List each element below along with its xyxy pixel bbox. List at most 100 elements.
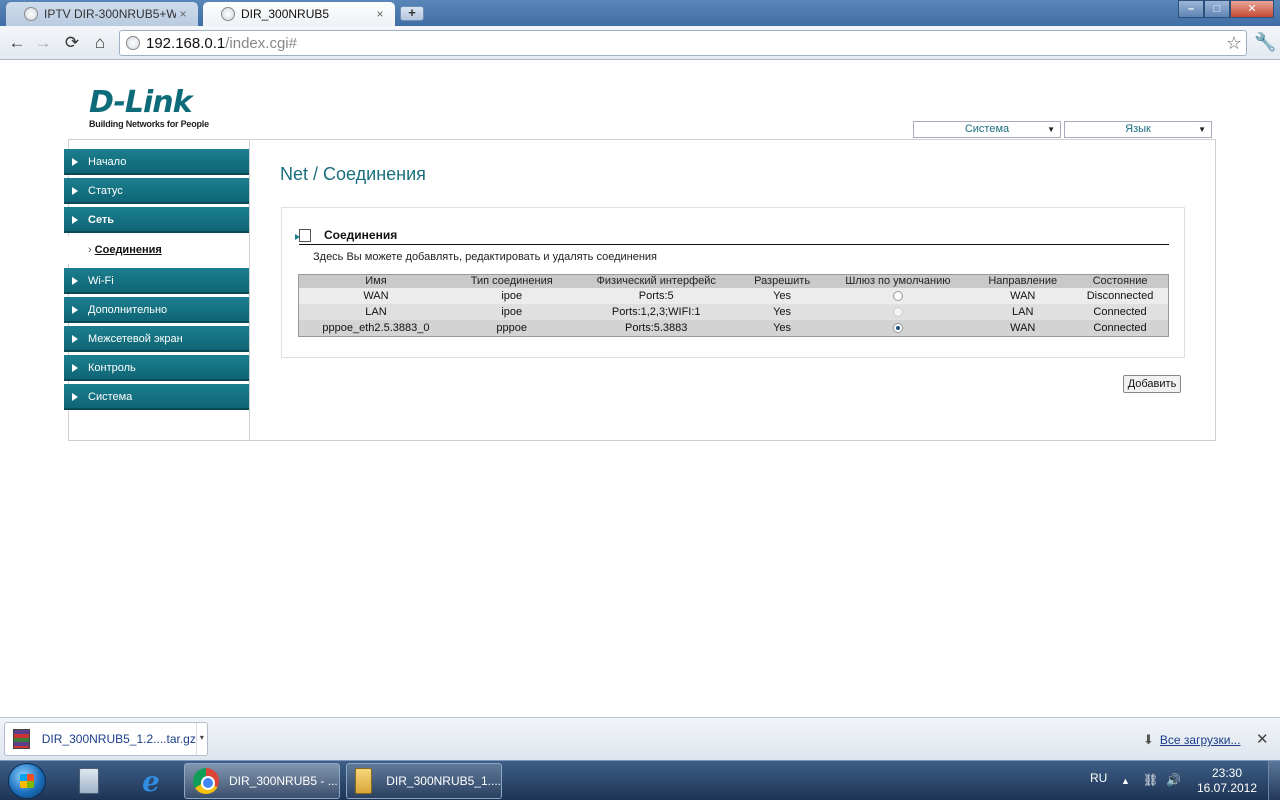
dlink-logo: D-Link Building Networks for People: [89, 88, 209, 130]
tab-title: IPTV DIR-300NRUB5+WIFI+: [44, 7, 176, 21]
cell-default-gateway: [822, 304, 974, 320]
reload-icon[interactable]: ⟳: [61, 32, 83, 54]
start-button[interactable]: [8, 763, 46, 799]
column-header-state: Состояние: [1072, 274, 1169, 288]
internet-explorer-pinned-app[interactable]: e: [126, 764, 176, 798]
browser-titlebar: IPTV DIR-300NRUB5+WIFI+ × DIR_300NRUB5 ×…: [0, 0, 1280, 26]
default-gateway-radio: [892, 307, 903, 318]
cell-state: Connected: [1072, 304, 1169, 320]
bookmark-star-icon[interactable]: ☆: [1226, 33, 1242, 54]
column-header-name: Имя: [298, 274, 453, 288]
wrench-menu-icon[interactable]: 🔧: [1254, 32, 1276, 53]
system-select[interactable]: Система ▼: [913, 121, 1061, 138]
chrome-icon: [193, 768, 219, 794]
tab-title: DIR_300NRUB5: [241, 7, 330, 21]
document-arrow-icon: [295, 228, 311, 242]
new-tab-button[interactable]: +: [400, 6, 424, 21]
close-window-button[interactable]: ✕: [1230, 0, 1274, 18]
taskbar-chrome-window[interactable]: DIR_300NRUB5 - ...: [184, 763, 340, 799]
chevron-down-icon: ▼: [1198, 125, 1206, 134]
input-language-indicator[interactable]: RU: [1090, 771, 1107, 785]
system-select-label: Система: [964, 123, 1010, 135]
section-description: Здесь Вы можете добавлять, редактировать…: [313, 251, 657, 263]
sidebar-item-label: Статус: [88, 185, 123, 197]
cell-enable: Yes: [741, 288, 823, 304]
cell-interface: Ports:1,2,3;WIFI:1: [570, 304, 742, 320]
all-downloads-label: Все загрузки...: [1159, 733, 1241, 747]
window-controls: – □ ✕: [1178, 0, 1274, 18]
internet-explorer-icon: e: [142, 764, 160, 798]
table-header-row: Имя Тип соединения Физический интерфейс …: [298, 274, 1169, 288]
folder-icon: [355, 768, 373, 794]
tab-close-icon[interactable]: ×: [373, 7, 387, 21]
taskbar-folder-window[interactable]: DIR_300NRUB5_1....: [346, 763, 502, 799]
sidebar-item-firewall[interactable]: Межсетевой экран: [64, 326, 249, 352]
address-bar[interactable]: 192.168.0.1/index.cgi# ☆: [119, 30, 1247, 56]
cell-enable: Yes: [741, 320, 823, 337]
volume-icon[interactable]: 🔊: [1166, 773, 1181, 787]
back-arrow-icon[interactable]: ←: [6, 32, 28, 54]
tray-expand-icon[interactable]: ▲: [1121, 776, 1130, 786]
sidebar-item-start[interactable]: Начало: [64, 149, 249, 175]
sidebar-item-label: Дополнительно: [88, 304, 168, 316]
archive-icon: [13, 729, 30, 749]
show-desktop-button[interactable]: [1268, 761, 1280, 800]
section-header: Соединения: [295, 226, 1169, 245]
home-icon[interactable]: ⌂: [89, 32, 111, 54]
add-connection-button[interactable]: Добавить: [1123, 375, 1181, 393]
all-downloads-link[interactable]: ⬇ Все загрузки...: [1143, 732, 1240, 748]
sidebar-item-status[interactable]: Статус: [64, 178, 249, 204]
cell-enable: Yes: [741, 304, 823, 320]
table-row[interactable]: LAN ipoe Ports:1,2,3;WIFI:1 Yes LAN Conn…: [298, 304, 1169, 320]
cell-type: ipoe: [452, 304, 571, 320]
table-row[interactable]: pppoe_eth2.5.3883_0 pppoe Ports:5.3883 Y…: [298, 320, 1169, 337]
minimize-button[interactable]: –: [1178, 0, 1204, 18]
cell-default-gateway: [822, 320, 974, 337]
sidebar-item-system[interactable]: Система: [64, 384, 249, 410]
default-gateway-radio[interactable]: [892, 291, 903, 302]
submenu-marker-icon: ›: [88, 244, 92, 256]
clock-date: 16.07.2012: [1196, 781, 1258, 795]
tab-close-icon[interactable]: ×: [176, 7, 190, 21]
sidebar-subitem-connections[interactable]: › Соединения: [64, 236, 249, 264]
sidebar-item-network[interactable]: Сеть: [64, 207, 249, 233]
maximize-button[interactable]: □: [1204, 0, 1230, 18]
globe-icon: [126, 36, 140, 50]
sidebar-item-label: Начало: [88, 156, 127, 168]
cell-state: Connected: [1072, 320, 1169, 337]
column-header-direction: Направление: [973, 274, 1073, 288]
download-item[interactable]: DIR_300NRUB5_1.2....tar.gz ▾: [4, 722, 208, 756]
connections-section: Соединения Здесь Вы можете добавлять, ре…: [281, 207, 1185, 358]
cell-interface: Ports:5.3883: [570, 320, 742, 337]
chevron-down-icon[interactable]: ▾: [195, 723, 207, 755]
windows-taskbar: e DIR_300NRUB5 - ... DIR_300NRUB5_1.... …: [0, 760, 1280, 800]
cell-direction: LAN: [973, 304, 1073, 320]
system-clock[interactable]: 23:30 16.07.2012: [1196, 766, 1258, 796]
sidebar-item-advanced[interactable]: Дополнительно: [64, 297, 249, 323]
download-filename[interactable]: DIR_300NRUB5_1.2....tar.gz: [42, 732, 196, 746]
downloads-bar: DIR_300NRUB5_1.2....tar.gz ▾ ⬇ Все загру…: [0, 717, 1280, 760]
network-icon[interactable]: ⛓: [1143, 773, 1158, 787]
calculator-pinned-app[interactable]: [64, 765, 114, 797]
sidebar-item-wifi[interactable]: Wi-Fi: [64, 268, 249, 294]
language-select[interactable]: Язык ▼: [1064, 121, 1212, 138]
taskbar-task-label: DIR_300NRUB5_1....: [386, 774, 501, 788]
sidebar-menu: Начало Статус Сеть › Соединения Wi-Fi Доп…: [64, 149, 249, 413]
default-gateway-radio[interactable]: [892, 323, 903, 334]
connections-table: Имя Тип соединения Физический интерфейс …: [298, 274, 1169, 337]
sidebar-item-label: Контроль: [88, 362, 136, 374]
chevron-down-icon: ▼: [1047, 125, 1055, 134]
close-downloads-icon[interactable]: ✕: [1256, 730, 1269, 748]
sidebar-item-control[interactable]: Контроль: [64, 355, 249, 381]
cell-type: ipoe: [452, 288, 571, 304]
section-title: Соединения: [324, 228, 398, 242]
forward-arrow-icon[interactable]: →: [32, 32, 54, 54]
sidebar-subitem-label: Соединения: [94, 244, 162, 256]
table-row[interactable]: WAN ipoe Ports:5 Yes WAN Disconnected: [298, 288, 1169, 304]
browser-tab-dir300[interactable]: DIR_300NRUB5 ×: [203, 2, 395, 26]
url-host: 192.168.0.1: [146, 34, 226, 52]
cell-name: pppoe_eth2.5.3883_0: [298, 320, 453, 337]
taskbar-task-label: DIR_300NRUB5 - ...: [229, 774, 338, 788]
browser-tab-iptv[interactable]: IPTV DIR-300NRUB5+WIFI+ ×: [6, 2, 198, 26]
column-header-type: Тип соединения: [452, 274, 571, 288]
